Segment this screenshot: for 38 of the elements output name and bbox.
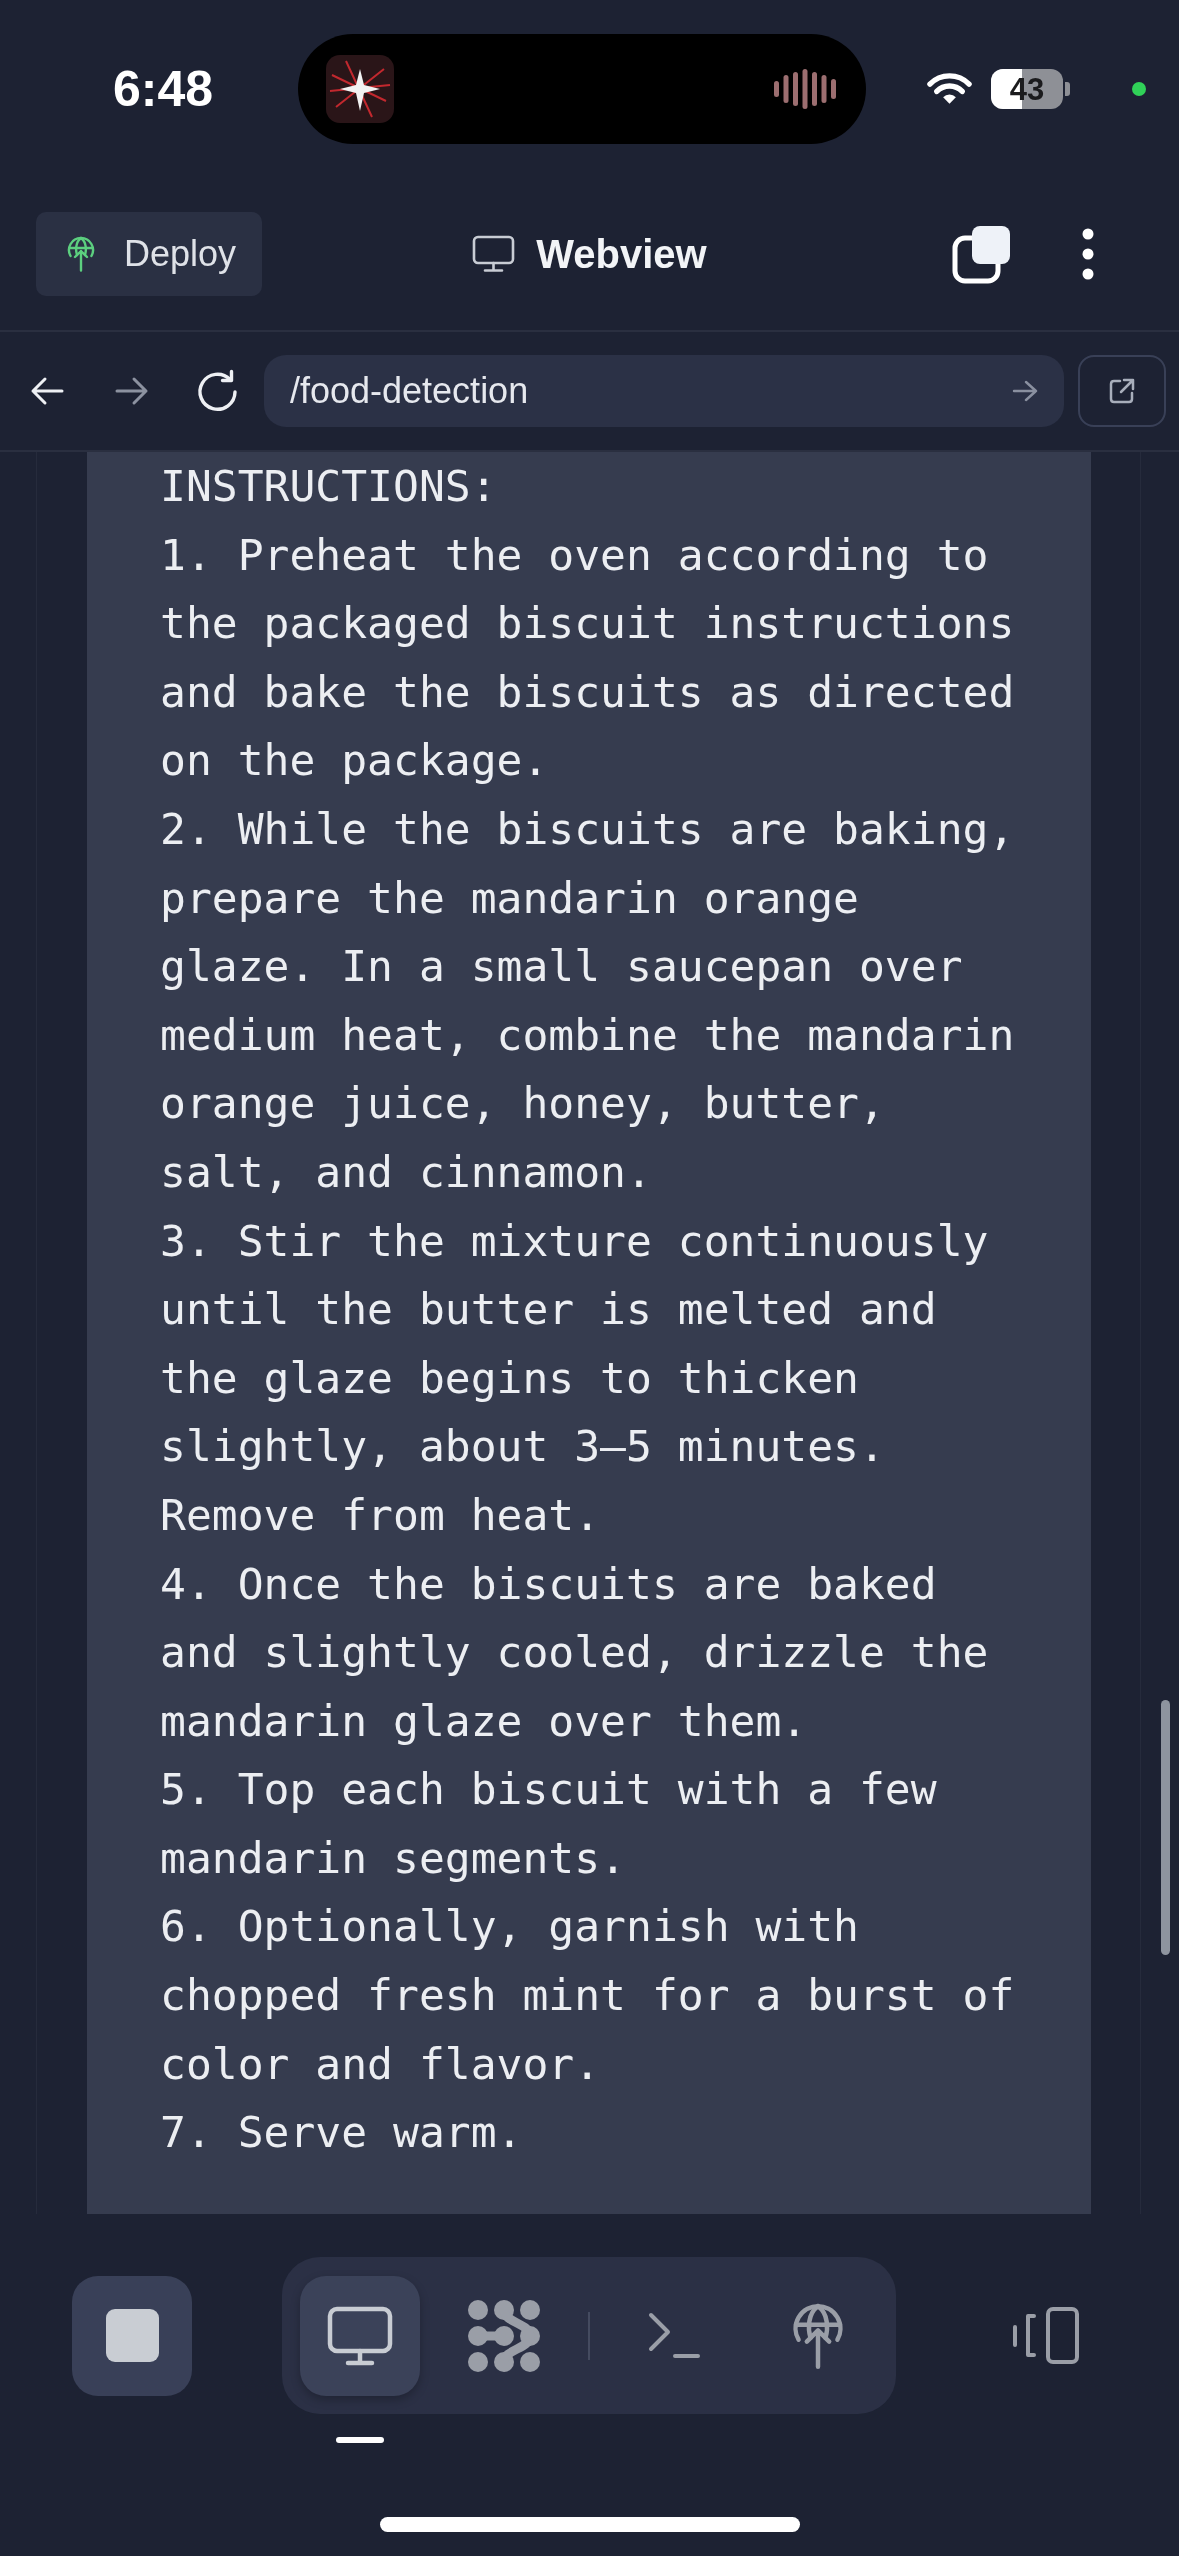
wifi-icon: [926, 72, 973, 106]
monitor-icon: [472, 235, 516, 273]
instruction-step: 3. Stir the mixture continuously until the butter is melted and the glaze begins to thicken slightly, about 3–5 minutes. Remove from heat.: [160, 1206, 1028, 1550]
external-link-icon: [1107, 376, 1137, 406]
go-arrow-icon[interactable]: [1012, 380, 1038, 402]
clock-time: 6:48: [113, 60, 214, 118]
instruction-step: 7. Serve warm.: [160, 2098, 1028, 2167]
overlapping-squares-icon[interactable]: [952, 224, 1012, 284]
toolbar-tab[interactable]: [300, 2275, 420, 2396]
page-title: Webview: [536, 231, 707, 277]
waveform-icon: [774, 69, 836, 109]
deploy-button[interactable]: Deploy: [36, 212, 262, 296]
more-menu-icon[interactable]: [1082, 228, 1094, 280]
instruction-step: 6. Optionally, garnish with chopped fresh mint for a burst of color and flavor.: [160, 1892, 1028, 2099]
terminal-icon: [648, 2312, 700, 2359]
instruction-step: 4. Once the biscuits are baked and slightly cooled, drizzle the mandarin glaze over them.: [160, 1549, 1028, 1756]
instruction-step: 2. While the biscuits are baking, prepare the mandarin orange glaze. In a small saucepan over medium heat, combine the mandarin orange juice, honey, butter, salt, and cinnamon.: [160, 794, 1028, 1207]
globe-upload-icon: [66, 236, 96, 272]
instruction-step: 1. Preheat the oven according to the packaged biscuit instructions and bake the biscuits as directed on the package.: [160, 520, 1028, 795]
arrow-left-icon: [30, 376, 64, 406]
reload-icon: [195, 368, 240, 414]
open-external-button[interactable]: [1078, 355, 1166, 427]
monitor-icon: [327, 2305, 393, 2366]
stop-icon: [105, 2309, 159, 2362]
dot-cluster-icon: [467, 2298, 541, 2373]
reload-button[interactable]: [195, 368, 240, 414]
stop-button[interactable]: [72, 2275, 192, 2396]
back-button[interactable]: [30, 376, 64, 406]
arrow-right-icon: [115, 376, 149, 406]
forward-button[interactable]: [115, 376, 149, 406]
scrollbar-thumb[interactable]: [1161, 1700, 1170, 1955]
url-field[interactable]: /food-detection: [264, 355, 1064, 427]
panels-icon[interactable]: [1012, 2306, 1080, 2365]
indicator-dot-icon: [1132, 82, 1146, 96]
selected-tab-indicator: [336, 2437, 384, 2443]
app-icon[interactable]: [326, 55, 394, 123]
instruction-step: 5. Top each biscuit with a few mandarin segments.: [160, 1755, 1028, 1893]
instructions-heading: INSTRUCTIONS:: [160, 460, 498, 513]
